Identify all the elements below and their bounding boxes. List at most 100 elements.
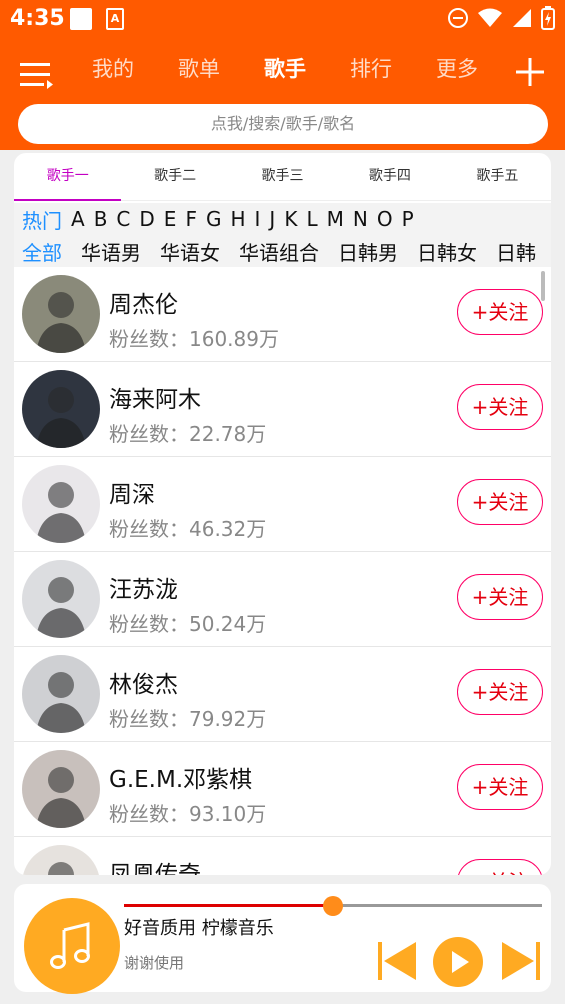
wifi-icon bbox=[478, 8, 502, 27]
singer-avatar[interactable] bbox=[22, 370, 100, 448]
singer-fans: 粉丝数：160.89万 bbox=[109, 327, 279, 351]
tab-3[interactable]: 排行 bbox=[328, 54, 414, 94]
add-icon[interactable] bbox=[514, 56, 546, 88]
follow-button[interactable]: +关注 bbox=[457, 669, 543, 715]
next-icon[interactable] bbox=[500, 940, 542, 982]
singer-row[interactable]: 周杰伦粉丝数：160.89万 +关注 bbox=[14, 267, 551, 362]
filter-category[interactable]: 华语组合 bbox=[239, 237, 319, 266]
filter-category[interactable]: 日韩男 bbox=[338, 237, 398, 266]
follow-button[interactable]: +关注 bbox=[457, 574, 543, 620]
follow-button[interactable]: +关注 bbox=[457, 384, 543, 430]
sub-tab-3[interactable]: 歌手四 bbox=[336, 153, 443, 200]
progress-fill bbox=[124, 904, 333, 907]
filter-letter[interactable]: L bbox=[306, 207, 317, 231]
search-input[interactable]: 点我/搜索/歌手/歌名 bbox=[18, 104, 548, 144]
filter-letter[interactable]: M bbox=[327, 207, 344, 231]
sub-tab-1[interactable]: 歌手二 bbox=[121, 153, 228, 200]
singer-avatar[interactable] bbox=[22, 465, 100, 543]
singer-name: G.E.M.邓紫棋 bbox=[109, 767, 253, 793]
filter-hot[interactable]: 热门 bbox=[22, 205, 62, 235]
singer-fans: 粉丝数：22.78万 bbox=[109, 422, 267, 446]
person-silhouette-icon bbox=[36, 767, 86, 828]
singer-avatar[interactable] bbox=[22, 560, 100, 638]
singer-avatar[interactable] bbox=[22, 750, 100, 828]
filter-letter[interactable]: P bbox=[402, 207, 414, 231]
filter-category[interactable]: 华语男 bbox=[81, 237, 141, 266]
letter-filter: 热门 A B C D E F G H I J K L M N O P bbox=[14, 203, 551, 235]
category-filter: 全部 华语男 华语女 华语组合 日韩男 日韩女 日韩 bbox=[14, 235, 551, 267]
filter-letter[interactable]: I bbox=[255, 207, 261, 231]
filter-category[interactable]: 日韩女 bbox=[417, 237, 477, 266]
person-silhouette-icon bbox=[36, 672, 86, 733]
music-note-icon bbox=[50, 922, 90, 969]
main-tabs: 我的 歌单 歌手 排行 更多 bbox=[70, 54, 500, 94]
singer-fans: 粉丝数：93.10万 bbox=[109, 802, 267, 826]
filter-category[interactable]: 全部 bbox=[22, 237, 62, 267]
song-title: 好音质用 柠檬音乐 bbox=[124, 918, 274, 939]
filter-letter[interactable]: E bbox=[164, 207, 177, 231]
sub-tab-4[interactable]: 歌手五 bbox=[444, 153, 551, 200]
scrollbar[interactable] bbox=[541, 271, 545, 301]
singer-row[interactable]: 海来阿木粉丝数：22.78万 +关注 bbox=[14, 362, 551, 457]
singer-avatar[interactable] bbox=[22, 845, 100, 875]
follow-button[interactable]: +关注 bbox=[457, 764, 543, 810]
tab-1[interactable]: 歌单 bbox=[156, 54, 242, 94]
sub-tab-2[interactable]: 歌手三 bbox=[229, 153, 336, 200]
singer-list[interactable]: 周杰伦 粉丝数：160.89万 +关注 海来阿木 粉丝数：22.78万 +关注 周深 粉丝数：… bbox=[14, 267, 551, 875]
filter-category[interactable]: 日韩 bbox=[496, 237, 536, 266]
progress-knob[interactable] bbox=[323, 896, 343, 916]
singer-fans: 粉丝数：50.24万 bbox=[109, 612, 267, 636]
filter-letter[interactable]: B bbox=[94, 207, 108, 231]
singer-avatar[interactable] bbox=[22, 655, 100, 733]
song-artist: 谢谢使用 bbox=[124, 954, 185, 972]
singer-name: 林俊杰 bbox=[109, 672, 178, 698]
status-bar: 4:35 A bbox=[0, 0, 565, 40]
filter-letter[interactable]: D bbox=[139, 207, 154, 231]
filter-letter[interactable]: O bbox=[377, 207, 393, 231]
singer-row[interactable]: 周深粉丝数：46.32万 +关注 bbox=[14, 457, 551, 552]
filter-letter[interactable]: F bbox=[185, 207, 197, 231]
singer-fans: 粉丝数：46.32万 bbox=[109, 517, 267, 541]
filter-letter[interactable]: J bbox=[269, 207, 275, 231]
tab-2[interactable]: 歌手 bbox=[242, 54, 328, 94]
filter-letter[interactable]: C bbox=[116, 207, 130, 231]
sub-tab-0[interactable]: 歌手一 bbox=[14, 153, 122, 201]
filter-letter[interactable]: K bbox=[284, 207, 297, 231]
previous-icon[interactable] bbox=[376, 940, 418, 982]
person-silhouette-icon bbox=[36, 292, 86, 353]
play-icon[interactable] bbox=[432, 936, 484, 988]
filter-letter[interactable]: H bbox=[230, 207, 245, 231]
singer-row[interactable]: G.E.M.邓紫棋 粉丝数：93.10万 +关注 bbox=[14, 742, 551, 837]
dnd-icon bbox=[448, 8, 468, 28]
status-time: 4:35 bbox=[10, 6, 65, 31]
person-silhouette-icon bbox=[48, 862, 74, 875]
singer-name: 周杰伦 bbox=[109, 292, 178, 318]
singer-avatar[interactable] bbox=[22, 275, 100, 353]
follow-button[interactable]: +关注 bbox=[457, 289, 543, 335]
singer-sub-tabs: 歌手一 歌手二 歌手三 歌手四 歌手五 bbox=[14, 153, 551, 201]
signal-icon bbox=[513, 9, 531, 27]
singer-card: 歌手一 歌手二 歌手三 歌手四 歌手五 热门 A B C D E F G H I J K L M N O P 全部 华语男… bbox=[14, 153, 551, 875]
singer-row[interactable]: 凤凰传奇 +关注 bbox=[14, 837, 551, 875]
tab-4[interactable]: 更多 bbox=[414, 54, 500, 94]
album-disc[interactable] bbox=[24, 898, 120, 994]
singer-name: 海来阿木 bbox=[109, 387, 201, 413]
battery-charging-icon bbox=[541, 6, 555, 30]
singer-row[interactable]: 林俊杰粉丝数：79.92万 +关注 bbox=[14, 647, 551, 742]
person-silhouette-icon bbox=[36, 387, 86, 448]
menu-icon[interactable] bbox=[20, 60, 54, 90]
person-silhouette-icon bbox=[36, 482, 86, 543]
follow-button[interactable]: +关注 bbox=[457, 859, 543, 875]
filter-letter[interactable]: N bbox=[353, 207, 368, 231]
filter-letter[interactable]: G bbox=[206, 207, 222, 231]
follow-button[interactable]: +关注 bbox=[457, 479, 543, 525]
singer-name: 周深 bbox=[109, 482, 155, 508]
tab-0[interactable]: 我的 bbox=[70, 54, 156, 94]
singer-fans: 粉丝数：79.92万 bbox=[109, 707, 267, 731]
filter-letter[interactable]: A bbox=[71, 207, 85, 231]
singer-row[interactable]: 汪苏泷 粉丝数：50.24万 +关注 bbox=[14, 552, 551, 647]
app-a-icon: A bbox=[106, 8, 124, 30]
filter-category[interactable]: 华语女 bbox=[160, 237, 220, 266]
mini-player: 好音质用 柠檬音乐 谢谢使用 bbox=[14, 884, 551, 994]
status-icons bbox=[447, 6, 555, 30]
